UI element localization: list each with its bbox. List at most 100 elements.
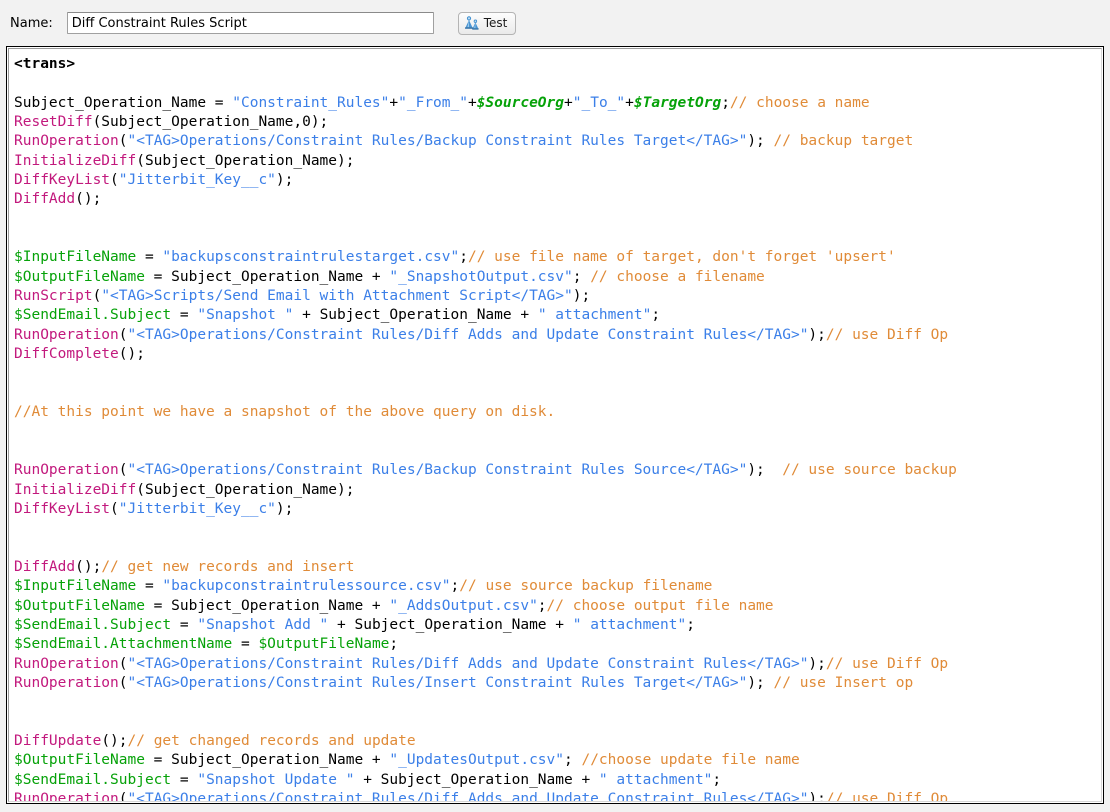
code-token-tag: <trans> (14, 56, 75, 72)
code-token-cmt: // backup target (774, 133, 914, 149)
code-line (14, 423, 1101, 442)
code-token-plain: ); (276, 501, 293, 517)
code-line: $OutputFileName = Subject_Operation_Name… (14, 751, 1101, 770)
code-token-plain: + (389, 95, 398, 111)
code-token-cmt: // use Diff Op (826, 327, 948, 343)
code-token-varb: $TargetOrg (634, 95, 721, 111)
test-button-label: Test (484, 16, 508, 30)
test-button[interactable]: Test (458, 12, 517, 35)
code-token-plain: ); (747, 675, 773, 691)
code-line: DiffComplete(); (14, 345, 1101, 364)
code-token-fn: DiffKeyList (14, 172, 110, 188)
code-token-plain: ( (110, 172, 119, 188)
code-token-fn: DiffAdd (14, 191, 75, 207)
code-token-plain: ; (712, 772, 721, 788)
code-token-plain: ( (119, 675, 128, 691)
code-token-str: "_To_" (573, 95, 625, 111)
code-line: $OutputFileName = Subject_Operation_Name… (14, 268, 1101, 287)
code-token-var: $SendEmail.Subject (14, 772, 171, 788)
code-line: $InputFileName = "backupconstraintruless… (14, 577, 1101, 596)
code-token-str: "Constraint_Rules" (232, 95, 389, 111)
code-token-fn: RunOperation (14, 133, 119, 149)
code-token-var: $SendEmail.Subject (14, 617, 171, 633)
code-token-cmt: //choose update file name (581, 752, 799, 768)
code-token-plain: Subject_Operation_Name = (14, 95, 232, 111)
code-token-str: "Snapshot " (197, 307, 293, 323)
code-token-str: "<TAG>Operations/Constraint Rules/Backup… (128, 462, 748, 478)
code-token-cmt: // get changed records and update (128, 733, 416, 749)
code-token-str: "<TAG>Operations/Constraint Rules/Diff A… (128, 327, 809, 343)
code-token-plain: (); (75, 559, 101, 575)
code-line (14, 693, 1101, 712)
code-token-plain: ( (110, 501, 119, 517)
code-token-fn: DiffKeyList (14, 501, 110, 517)
code-token-plain: ( (93, 288, 102, 304)
code-line: $SendEmail.Subject = "Snapshot Add " + S… (14, 616, 1101, 635)
code-token-str: "backupsconstraintrulestarget.csv" (162, 249, 459, 265)
code-token-plain: + Subject_Operation_Name + (293, 307, 537, 323)
code-token-varb: $SourceOrg (477, 95, 564, 111)
code-line (14, 365, 1101, 384)
code-token-str: "Jitterbit_Key__c" (119, 172, 276, 188)
code-token-fn: InitializeDiff (14, 153, 136, 169)
code-token-plain: + (564, 95, 573, 111)
code-line: //At this point we have a snapshot of th… (14, 403, 1101, 422)
code-line: ResetDiff(Subject_Operation_Name,0); (14, 113, 1101, 132)
name-label: Name: (10, 16, 53, 31)
code-line: $SendEmail.Subject = "Snapshot " + Subje… (14, 306, 1101, 325)
code-token-plain: = (232, 636, 258, 652)
code-line (14, 539, 1101, 558)
code-line: DiffKeyList("Jitterbit_Key__c"); (14, 500, 1101, 519)
code-token-fn: RunOperation (14, 327, 119, 343)
code-token-plain: = Subject_Operation_Name + (145, 752, 389, 768)
code-line: $OutputFileName = Subject_Operation_Name… (14, 597, 1101, 616)
code-line: RunOperation("<TAG>Operations/Constraint… (14, 655, 1101, 674)
code-token-str: "<TAG>Operations/Constraint Rules/Diff A… (128, 791, 809, 801)
code-token-str: "_SnapshotOutput.csv" (389, 269, 572, 285)
code-token-cmt: // choose a filename (590, 269, 765, 285)
code-line: DiffAdd();// get new records and insert (14, 558, 1101, 577)
script-editor-frame: <trans> Subject_Operation_Name = "Constr… (8, 48, 1102, 802)
code-line: Subject_Operation_Name = "Constraint_Rul… (14, 94, 1101, 113)
code-line: InitializeDiff(Subject_Operation_Name); (14, 152, 1101, 171)
code-token-plain: ; (389, 636, 398, 652)
code-token-cmt: // use file name of target, don't forget… (468, 249, 896, 265)
code-token-str: "backupconstraintrulessource.csv" (162, 578, 450, 594)
code-line: DiffAdd(); (14, 190, 1101, 209)
code-token-str: "<TAG>Operations/Constraint Rules/Backup… (128, 133, 748, 149)
code-line (14, 74, 1101, 93)
code-token-str: " attachment" (573, 617, 687, 633)
script-name-bar: Name: Test (0, 0, 1110, 46)
code-token-str: "_AddsOutput.csv" (389, 598, 537, 614)
code-token-str: "_From_" (398, 95, 468, 111)
code-token-cmt: // choose a name (730, 95, 870, 111)
code-line: RunOperation("<TAG>Operations/Constraint… (14, 674, 1101, 693)
code-line: DiffKeyList("Jitterbit_Key__c"); (14, 171, 1101, 190)
code-token-plain: + (625, 95, 634, 111)
code-token-plain: (Subject_Operation_Name); (136, 482, 354, 498)
code-token-cmt: //At this point we have a snapshot of th… (14, 404, 555, 420)
code-token-plain: ; (573, 269, 590, 285)
code-line: RunOperation("<TAG>Operations/Constraint… (14, 326, 1101, 345)
script-name-input[interactable] (67, 12, 434, 34)
code-token-plain: ( (119, 462, 128, 478)
code-token-var: $OutputFileName (14, 752, 145, 768)
code-token-fn: DiffComplete (14, 346, 119, 362)
code-token-plain: ); (276, 172, 293, 188)
code-token-plain: = Subject_Operation_Name + (145, 269, 389, 285)
code-token-plain: ( (119, 133, 128, 149)
code-token-plain: ; (651, 307, 660, 323)
code-line: RunScript("<TAG>Scripts/Send Email with … (14, 287, 1101, 306)
code-token-str: "Snapshot Add " (197, 617, 328, 633)
code-line: $InputFileName = "backupsconstraintrules… (14, 248, 1101, 267)
code-token-plain: (Subject_Operation_Name,0); (93, 114, 329, 130)
script-code-editor[interactable]: <trans> Subject_Operation_Name = "Constr… (9, 49, 1101, 801)
code-token-cmt: // use Diff Op (826, 791, 948, 801)
code-token-fn: RunOperation (14, 675, 119, 691)
code-token-plain: ; (451, 578, 460, 594)
code-token-str: "Snapshot Update " (197, 772, 354, 788)
code-token-plain: ); (808, 327, 825, 343)
code-line: $SendEmail.AttachmentName = $OutputFileN… (14, 635, 1101, 654)
code-token-str: "<TAG>Operations/Constraint Rules/Diff A… (128, 656, 809, 672)
code-token-plain: ; (721, 95, 730, 111)
